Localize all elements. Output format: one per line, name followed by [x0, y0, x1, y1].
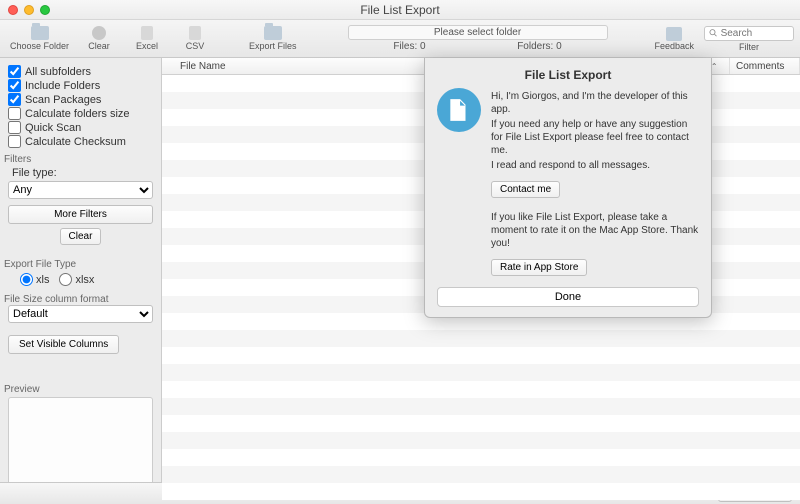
clear-label: Clear — [88, 41, 110, 51]
export-files-button[interactable]: Export Files — [245, 22, 301, 56]
excel-icon — [141, 26, 153, 40]
all-subfolders-label: All subfolders — [25, 66, 91, 78]
welcome-sheet: File List Export Hi, I'm Giorgos, and I'… — [424, 58, 712, 318]
scan-packages-label: Scan Packages — [25, 94, 101, 106]
sheet-title: File List Export — [437, 68, 699, 82]
sheet-p3: I read and respond to all messages. — [491, 159, 699, 172]
filters-section-label: Filters — [4, 154, 153, 165]
export-type-label: Export File Type — [4, 259, 153, 270]
calc-checksum-checkbox[interactable] — [8, 135, 21, 148]
done-button[interactable]: Done — [437, 287, 699, 307]
export-files-label: Export Files — [249, 41, 297, 51]
include-folders-label: Include Folders — [25, 80, 100, 92]
xls-label: xls — [36, 274, 49, 286]
window-title: File List Export — [0, 3, 800, 17]
search-field[interactable] — [704, 26, 794, 41]
minimize-window-button[interactable] — [24, 5, 34, 15]
table-row — [162, 483, 800, 500]
xls-radio[interactable] — [20, 273, 33, 286]
csv-label: CSV — [186, 41, 205, 51]
quick-scan-checkbox[interactable] — [8, 121, 21, 134]
rate-app-store-button[interactable]: Rate in App Store — [491, 259, 587, 276]
clear-icon — [92, 26, 106, 40]
feedback-icon — [666, 27, 682, 41]
filesize-format-select[interactable]: Default — [8, 305, 153, 323]
zoom-window-button[interactable] — [40, 5, 50, 15]
titlebar: File List Export — [0, 0, 800, 20]
feedback-button[interactable]: Feedback — [654, 27, 694, 51]
choose-folder-button[interactable]: Choose Folder — [6, 22, 73, 56]
preview-label: Preview — [4, 384, 153, 395]
clear-button[interactable]: Clear — [77, 22, 121, 56]
xlsx-radio[interactable] — [59, 273, 72, 286]
more-filters-button[interactable]: More Filters — [8, 205, 153, 224]
scan-packages-checkbox[interactable] — [8, 93, 21, 106]
excel-label: Excel — [136, 41, 158, 51]
calc-checksum-label: Calculate Checksum — [25, 136, 126, 148]
toolbar: Choose Folder Clear Excel CSV Export Fil… — [0, 20, 800, 58]
contact-me-button[interactable]: Contact me — [491, 181, 560, 198]
calc-folders-size-label: Calculate folders size — [25, 108, 130, 120]
app-icon — [437, 88, 481, 132]
sheet-p2: If you need any help or have any suggest… — [491, 118, 699, 157]
xlsx-label: xlsx — [75, 274, 94, 286]
search-icon — [709, 28, 718, 38]
folder-path-field: Please select folder — [348, 25, 608, 40]
feedback-label: Feedback — [654, 41, 694, 51]
all-subfolders-checkbox[interactable] — [8, 65, 21, 78]
sidebar: All subfolders Include Folders Scan Pack… — [0, 58, 162, 482]
sheet-p4: If you like File List Export, please tak… — [491, 211, 699, 250]
preview-box — [8, 397, 153, 482]
export-icon — [264, 26, 282, 40]
folder-icon — [31, 26, 49, 40]
filesize-format-label: File Size column format — [4, 294, 153, 305]
csv-button[interactable]: CSV — [173, 22, 217, 56]
file-list: File Name Path Folder Location⌃ Comments… — [162, 58, 800, 482]
filetype-select[interactable]: Any — [8, 181, 153, 199]
set-visible-columns-button[interactable]: Set Visible Columns — [8, 335, 119, 354]
excel-button[interactable]: Excel — [125, 22, 169, 56]
quick-scan-label: Quick Scan — [25, 122, 81, 134]
close-window-button[interactable] — [8, 5, 18, 15]
filter-label: Filter — [739, 42, 759, 52]
csv-icon — [189, 26, 201, 40]
sheet-p1: Hi, I'm Giorgos, and I'm the developer o… — [491, 90, 699, 116]
clear-filters-button[interactable]: Clear — [60, 228, 102, 245]
filetype-label: File type: — [12, 167, 153, 179]
search-input[interactable] — [721, 28, 789, 39]
choose-folder-label: Choose Folder — [10, 41, 69, 51]
files-count: Files: 0 — [393, 41, 425, 52]
calc-folders-size-checkbox[interactable] — [8, 107, 21, 120]
include-folders-checkbox[interactable] — [8, 79, 21, 92]
folders-count: Folders: 0 — [517, 41, 561, 52]
